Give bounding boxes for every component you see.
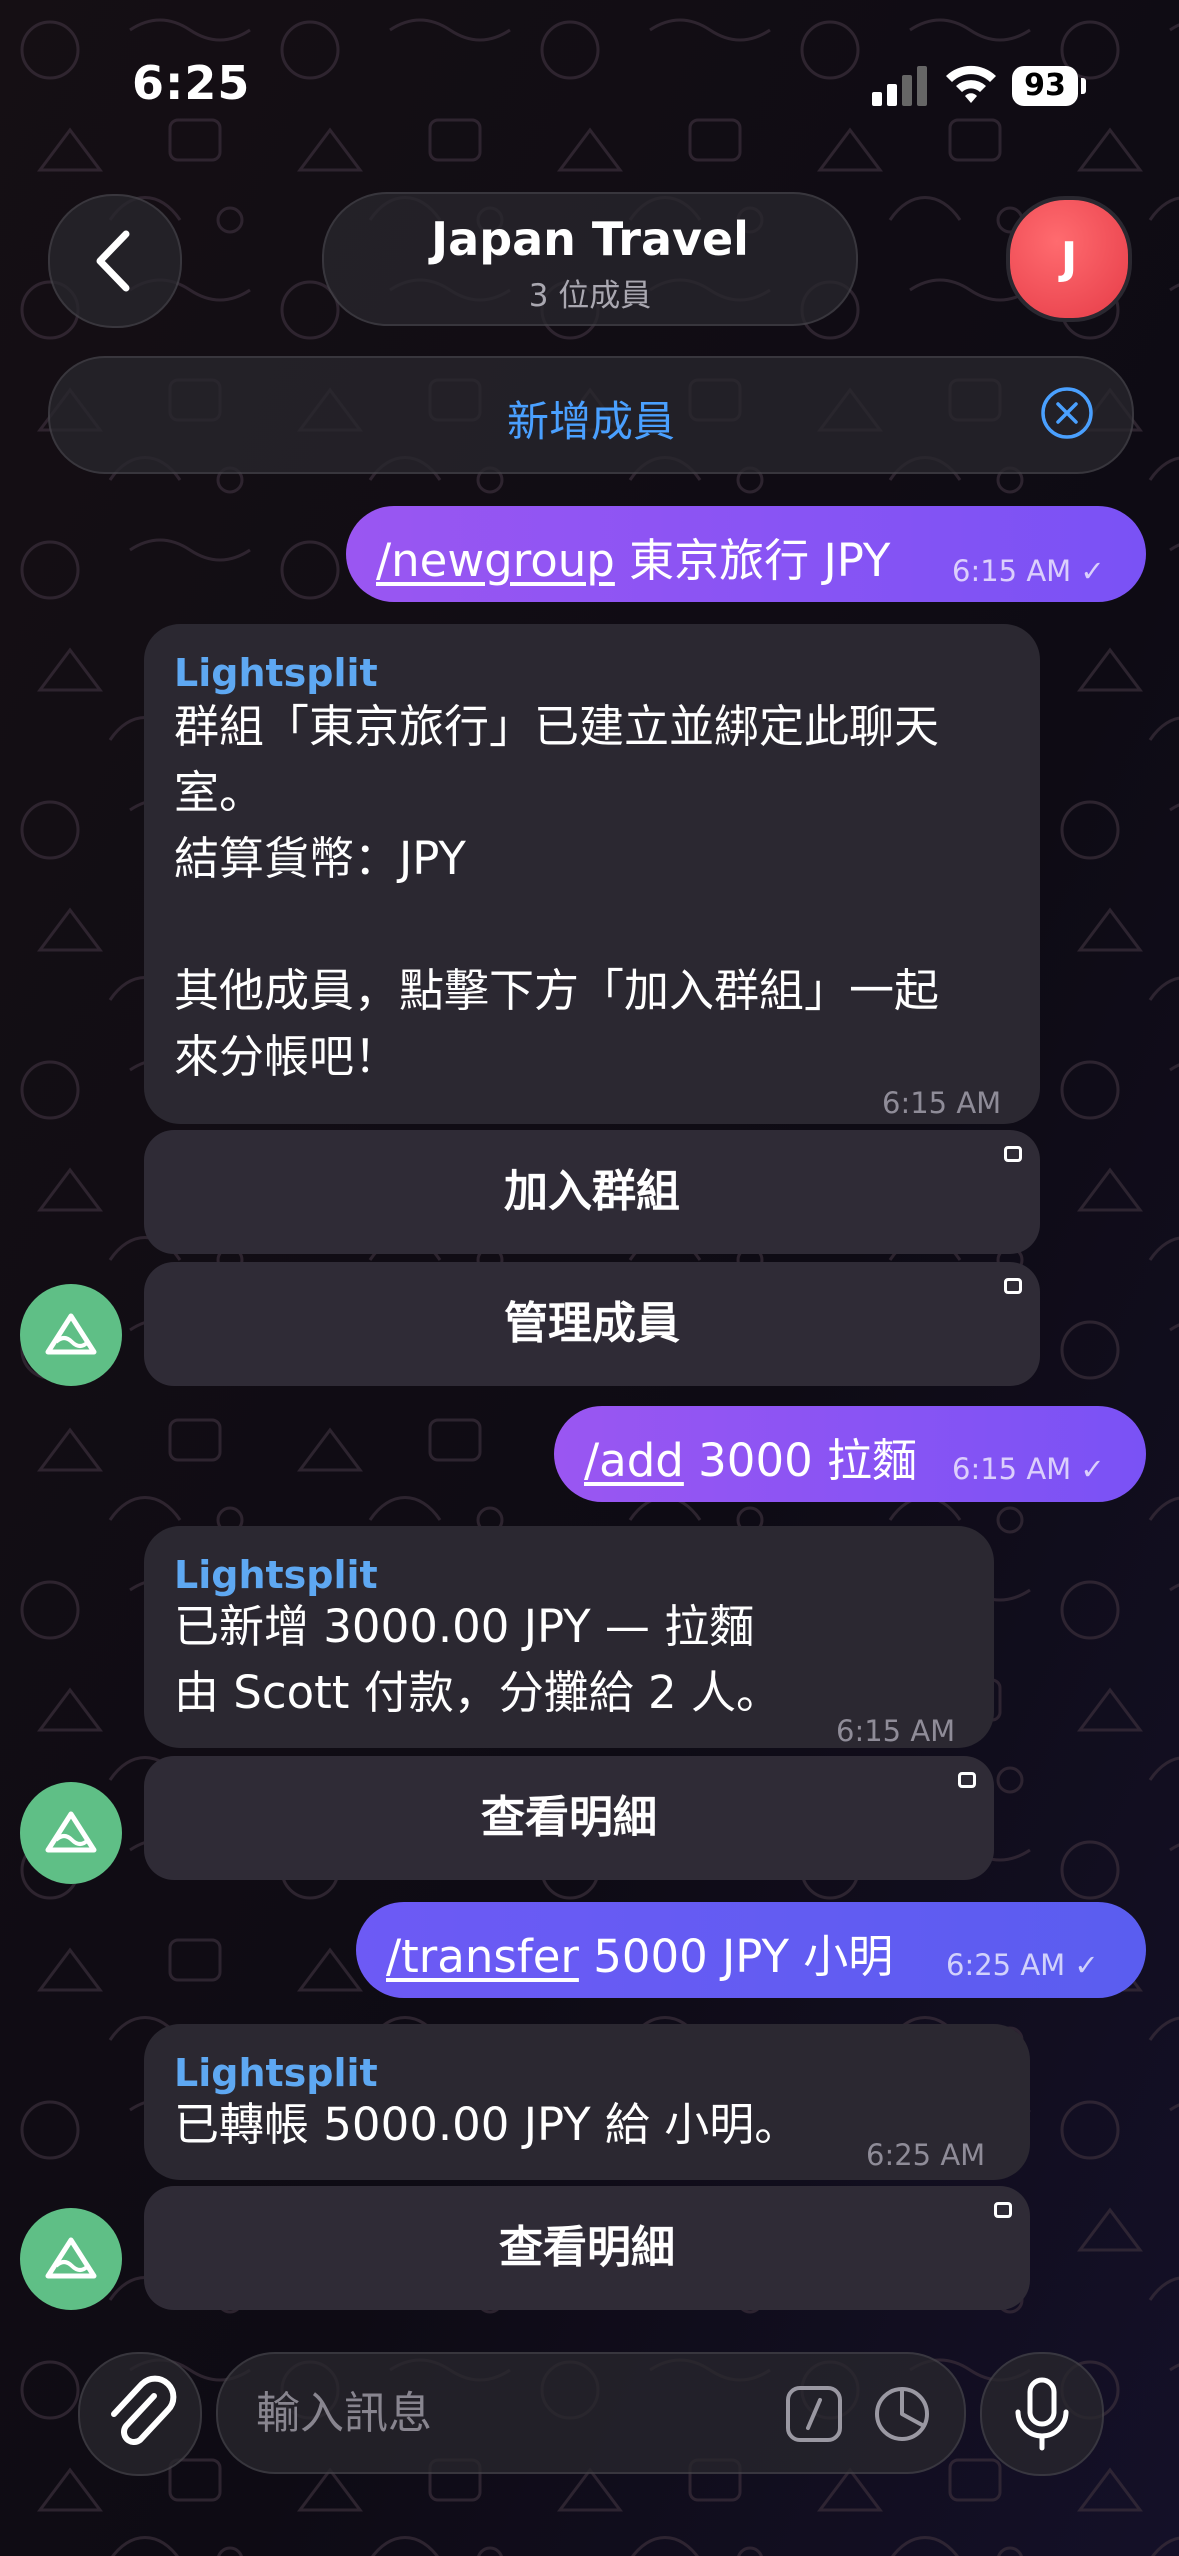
message-time: 6:15 AM — [952, 1452, 1072, 1486]
read-check-icon: ✓ — [1074, 1948, 1099, 1982]
inline-button-icon — [1004, 1146, 1022, 1162]
chat-title-pill[interactable]: Japan Travel 3 位成員 — [322, 192, 858, 326]
manage-members-button[interactable]: 管理成員 — [144, 1262, 1040, 1386]
incoming-message[interactable]: Lightsplit 已新增 3000.00 JPY — 拉麵 由 Scott … — [144, 1526, 994, 1748]
message-line: 群組「東京旅行」已建立並綁定此聊天 — [174, 700, 940, 753]
mountain-logo-icon — [45, 2237, 97, 2279]
microphone-icon — [1015, 2377, 1069, 2451]
outgoing-message[interactable]: /transfer 5000 JPY 小明 6:25 AM ✓ — [356, 1902, 1146, 1998]
message-text: 3000 拉麵 — [683, 1434, 918, 1487]
bot-command-icon[interactable] — [784, 2384, 844, 2444]
incoming-message[interactable]: Lightsplit 群組「東京旅行」已建立並綁定此聊天 室。 結算貨幣：JPY… — [144, 624, 1040, 1124]
message-line — [174, 892, 1034, 958]
voice-button[interactable] — [980, 2352, 1104, 2476]
wifi-icon — [946, 65, 996, 103]
attach-button[interactable] — [78, 2352, 202, 2476]
inline-button-icon — [958, 1772, 976, 1788]
message-line: 其他成員，點擊下方「加入群組」一起 — [174, 964, 940, 1017]
cellular-signal-icon — [872, 66, 927, 106]
message-time: 6:25 AM — [866, 2138, 986, 2172]
bot-avatar[interactable] — [20, 1782, 122, 1884]
outgoing-message[interactable]: /add 3000 拉麵 6:15 AM ✓ — [554, 1406, 1146, 1502]
message-time: 6:15 AM — [952, 554, 1072, 588]
bot-avatar[interactable] — [20, 1284, 122, 1386]
message-text: 5000 JPY 小明 — [578, 1930, 894, 1983]
command-link[interactable]: /newgroup — [376, 534, 615, 587]
button-label: 查看明細 — [481, 1792, 657, 1843]
outgoing-message[interactable]: /newgroup 東京旅行 JPY 6:15 AM ✓ — [346, 506, 1146, 602]
message-input[interactable] — [254, 2382, 758, 2444]
button-label: 管理成員 — [504, 1298, 680, 1349]
view-details-button[interactable]: 查看明細 — [144, 1756, 994, 1880]
command-link[interactable]: /add — [584, 1434, 684, 1487]
inline-button-icon — [994, 2202, 1012, 2218]
add-member-label: 新增成員 — [506, 397, 675, 446]
button-label: 加入群組 — [504, 1166, 680, 1217]
chat-title: Japan Travel — [431, 212, 749, 266]
message-time: 6:15 AM — [836, 1714, 956, 1748]
sticker-icon[interactable] — [872, 2384, 932, 2444]
battery-indicator: 93 — [1012, 66, 1078, 106]
message-input-bar[interactable] — [216, 2352, 966, 2474]
message-line: 室。 — [174, 766, 265, 819]
back-button[interactable] — [48, 194, 182, 328]
message-time: 6:25 AM — [946, 1948, 1066, 1982]
bot-avatar[interactable] — [20, 2208, 122, 2310]
read-check-icon: ✓ — [1080, 554, 1105, 588]
view-details-button[interactable]: 查看明細 — [144, 2186, 1030, 2310]
message-line: 結算貨幣：JPY — [174, 832, 466, 885]
chevron-left-icon — [96, 230, 130, 292]
paperclip-icon — [111, 2375, 177, 2445]
message-time: 6:15 AM — [882, 1086, 1002, 1120]
battery-nub — [1081, 78, 1086, 94]
read-check-icon: ✓ — [1080, 1452, 1105, 1486]
add-member-banner[interactable]: 新增成員 — [48, 356, 1134, 474]
close-icon[interactable] — [1040, 386, 1094, 440]
command-link[interactable]: /transfer — [386, 1930, 579, 1983]
chat-avatar[interactable]: J — [1006, 196, 1132, 322]
incoming-message[interactable]: Lightsplit 已轉帳 5000.00 JPY 給 小明。 6:25 AM — [144, 2024, 1030, 2180]
member-count: 3 位成員 — [528, 278, 652, 314]
mountain-logo-icon — [45, 1811, 97, 1853]
message-line: 已新增 3000.00 JPY — 拉麵 — [174, 1600, 755, 1653]
button-label: 查看明細 — [499, 2222, 675, 2273]
mountain-logo-icon — [45, 1313, 97, 1355]
message-line: 已轉帳 5000.00 JPY 給 小明。 — [174, 2098, 800, 2151]
status-time: 6:25 — [132, 56, 251, 110]
inline-button-icon — [1004, 1278, 1022, 1294]
join-group-button[interactable]: 加入群組 — [144, 1130, 1040, 1254]
message-text: 東京旅行 JPY — [614, 534, 891, 587]
